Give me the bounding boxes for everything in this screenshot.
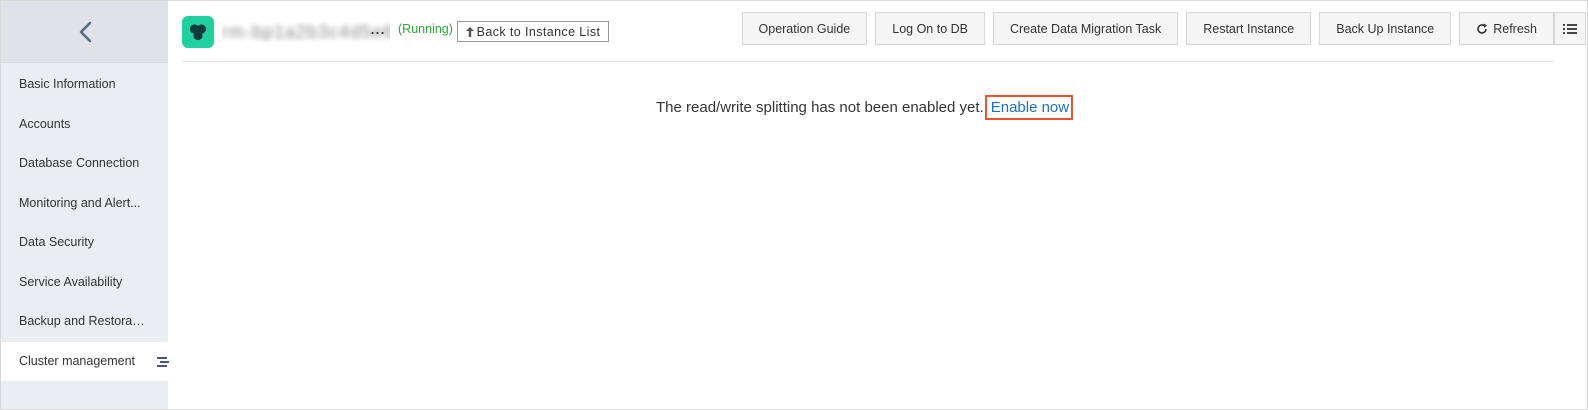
arrow-up-icon [465, 26, 474, 37]
sidebar-item-label: Service Availability [19, 274, 123, 289]
refresh-button[interactable]: Refresh [1459, 12, 1554, 45]
sidebar-item-cluster-management[interactable]: Cluster management [1, 341, 168, 381]
back-to-instance-list-button[interactable]: Back to Instance List [457, 21, 609, 42]
message-text: The read/write splitting has not been en… [656, 98, 984, 116]
sidebar-item-label: Database Connection [19, 156, 140, 170]
instance-name-ellipsis: ... [370, 18, 386, 38]
sidebar-item-label: Data Security [19, 235, 95, 249]
chevron-left-icon[interactable] [78, 21, 92, 43]
button-label: Create Data Migration Task [1010, 21, 1162, 36]
sidebar-item-basic-information[interactable]: Basic Information [1, 65, 168, 105]
sidebar-item-database-connection[interactable]: Database Connection [1, 144, 168, 184]
list-view-button[interactable] [1554, 12, 1586, 45]
operation-guide-button[interactable]: Operation Guide [741, 12, 868, 45]
sidebar-item-accounts[interactable]: Accounts [1, 105, 168, 145]
button-label: Refresh [1493, 21, 1537, 36]
status-badge: (Running) [398, 22, 453, 36]
sidebar-item-label: Backup and Restorati... [19, 314, 149, 328]
button-label: Restart Instance [1203, 21, 1295, 36]
sidebar-item-data-security[interactable]: Data Security [1, 223, 168, 263]
instance-logo [182, 16, 214, 48]
refresh-icon [1477, 23, 1488, 34]
back-button-label: Back to Instance List [476, 24, 601, 39]
page-header: rm-bp1a2b3c4d5e6f ... (Running) Back to … [182, 12, 1586, 52]
button-label: Back Up Instance [1336, 21, 1435, 36]
collapse-menu-icon[interactable] [156, 355, 170, 369]
sidebar-back-area[interactable] [1, 1, 168, 63]
sidebar-item-label: Accounts [19, 116, 71, 131]
rw-splitting-message: The read/write splitting has not been en… [656, 94, 1074, 120]
instance-name: rm-bp1a2b3c4d5e6f [222, 22, 390, 42]
create-data-migration-task-button[interactable]: Create Data Migration Task [993, 12, 1179, 45]
sidebar: Basic Information Accounts Database Conn… [1, 1, 168, 409]
sidebar-item-label: Cluster management [19, 353, 136, 368]
sidebar-item-label: Monitoring and Alert... [19, 195, 141, 210]
back-up-instance-button[interactable]: Back Up Instance [1319, 12, 1452, 45]
sidebar-item-monitoring[interactable]: Monitoring and Alert... [1, 184, 168, 224]
button-label: Operation Guide [758, 21, 851, 36]
sidebar-item-label: Basic Information [19, 77, 116, 91]
button-label: Log On to DB [892, 21, 968, 36]
enable-now-link[interactable]: Enable now [984, 94, 1074, 120]
header-divider [182, 61, 1554, 62]
restart-instance-button[interactable]: Restart Instance [1186, 12, 1312, 45]
sidebar-nav: Basic Information Accounts Database Conn… [1, 65, 168, 381]
log-on-to-db-button[interactable]: Log On to DB [875, 12, 985, 45]
list-icon [1563, 23, 1577, 34]
sidebar-item-service-availability[interactable]: Service Availability [1, 263, 168, 303]
sidebar-item-backup-restoration[interactable]: Backup and Restorati... [1, 302, 168, 342]
database-cluster-icon [189, 24, 207, 41]
toolbar: Operation Guide Log On to DB Create Data… [741, 12, 1554, 45]
